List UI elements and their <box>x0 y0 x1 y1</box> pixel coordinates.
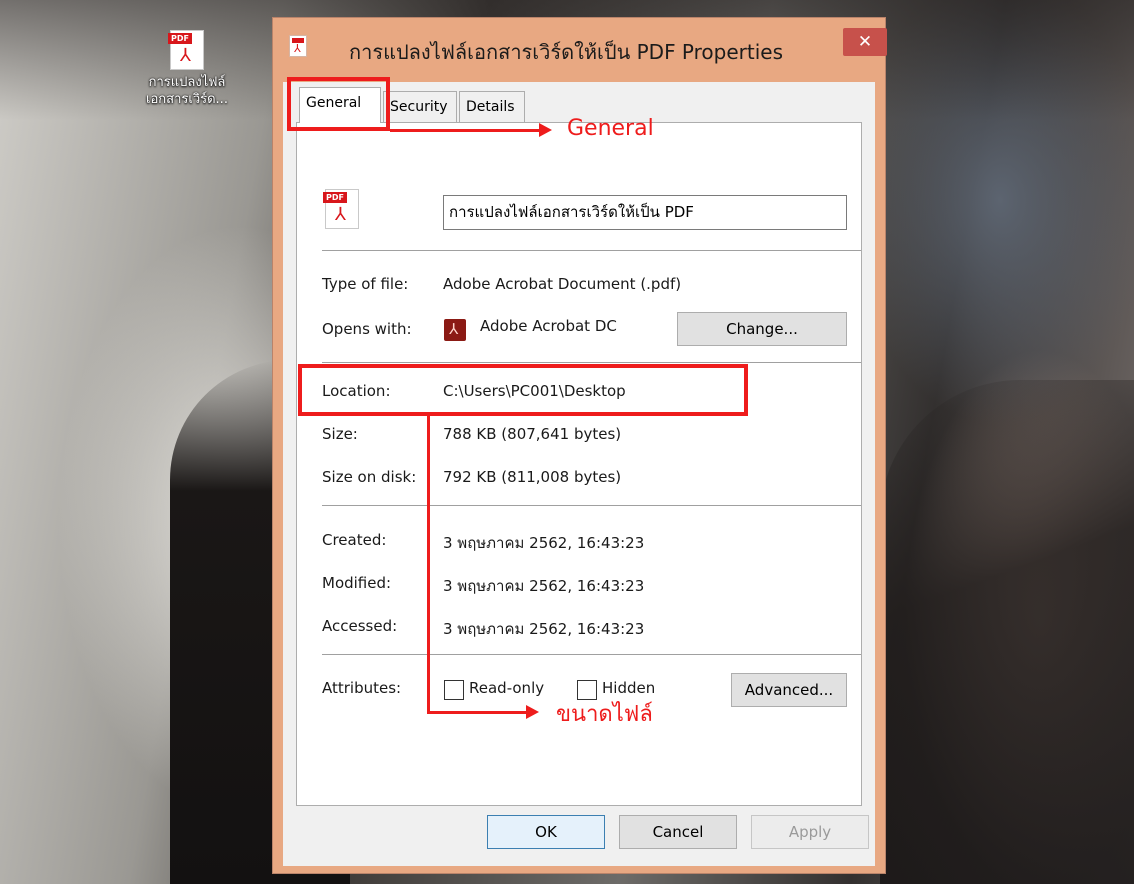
hidden-label: Hidden <box>602 679 656 697</box>
wallpaper-hair-right <box>880 380 1134 884</box>
size-arrow-vertical <box>427 416 430 713</box>
modified-label: Modified: <box>322 574 392 592</box>
opens-with-value: Adobe Acrobat DC <box>480 317 617 335</box>
separator <box>322 505 861 506</box>
separator <box>322 250 861 251</box>
attributes-label: Attributes: <box>322 679 402 697</box>
close-button[interactable]: ✕ <box>843 28 887 56</box>
apply-button[interactable]: Apply <box>751 815 869 849</box>
created-label: Created: <box>322 531 387 549</box>
cancel-button[interactable]: Cancel <box>619 815 737 849</box>
properties-dialog: การแปลงไฟล์เอกสารเวิร์ดให้เป็น PDF Prope… <box>272 17 887 874</box>
size-callout: ขนาดไฟล์ <box>556 702 653 727</box>
readonly-checkbox[interactable] <box>444 680 464 700</box>
size-on-disk-value: 792 KB (811,008 bytes) <box>443 468 622 486</box>
pdf-file-icon: PDF ⅄ <box>168 30 204 70</box>
title-bar[interactable]: การแปลงไฟล์เอกสารเวิร์ดให้เป็น PDF Prope… <box>273 18 887 80</box>
desktop-icon-label: การแปลงไฟล์ เอกสารเวิร์ด... <box>146 75 228 107</box>
size-label: Size: <box>322 425 358 443</box>
file-name-input[interactable]: การแปลงไฟล์เอกสารเวิร์ดให้เป็น PDF <box>443 195 847 230</box>
acrobat-icon <box>444 319 466 341</box>
tab-general[interactable]: General <box>299 87 381 123</box>
size-on-disk-label: Size on disk: <box>322 468 417 486</box>
general-callout: General <box>567 116 654 141</box>
created-value: 3 พฤษภาคม 2562, 16:43:23 <box>443 534 645 552</box>
ok-button[interactable]: OK <box>487 815 605 849</box>
separator <box>322 362 861 363</box>
readonly-label: Read-only <box>469 679 545 697</box>
size-arrow-head <box>526 705 539 719</box>
type-label: Type of file: <box>322 275 409 293</box>
dialog-client-area: General Security Details PDF ⅄ การแปลงไฟ… <box>283 82 875 866</box>
general-arrow-line <box>390 129 540 132</box>
tab-details[interactable]: Details <box>459 91 525 123</box>
tab-security[interactable]: Security <box>383 91 457 123</box>
general-arrow-head <box>539 123 552 137</box>
pdf-file-icon-large: PDF ⅄ <box>323 189 359 229</box>
size-row-highlight <box>298 364 748 416</box>
pdf-title-icon <box>289 35 307 57</box>
accessed-label: Accessed: <box>322 617 398 635</box>
size-value: 788 KB (807,641 bytes) <box>443 425 622 443</box>
change-button[interactable]: Change... <box>677 312 847 346</box>
dialog-title: การแปลงไฟล์เอกสารเวิร์ดให้เป็น PDF Prope… <box>349 40 784 64</box>
advanced-button[interactable]: Advanced... <box>731 673 847 707</box>
size-arrow-horizontal <box>427 711 527 714</box>
modified-value: 3 พฤษภาคม 2562, 16:43:23 <box>443 577 645 595</box>
separator <box>322 654 861 655</box>
opens-with-label: Opens with: <box>322 320 412 338</box>
accessed-value: 3 พฤษภาคม 2562, 16:43:23 <box>443 620 645 638</box>
type-value: Adobe Acrobat Document (.pdf) <box>443 275 682 293</box>
desktop-pdf-file[interactable]: PDF ⅄ การแปลงไฟล์ เอกสารเวิร์ด... <box>122 30 252 108</box>
